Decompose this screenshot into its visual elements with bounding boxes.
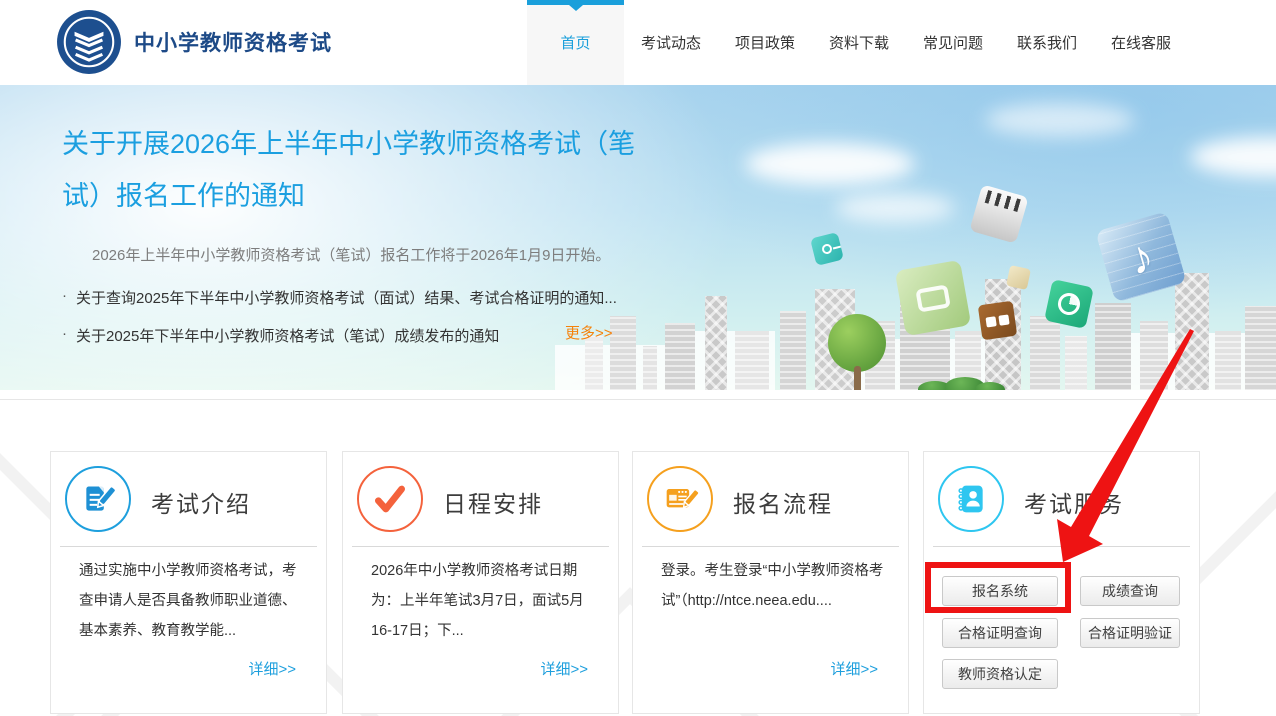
checkmark-icon: [357, 466, 423, 532]
announcement-intro: 2026年上半年中小学教师资格考试（笔试）报名工作将于2026年1月9日开始。: [62, 244, 642, 265]
divider: [642, 546, 899, 547]
piano-cube-icon: [969, 184, 1028, 243]
card-title: 考试介绍: [151, 485, 251, 519]
main-nav: 首页 考试动态 项目政策 资料下载 常见问题 联系我们 在线客服: [527, 0, 1188, 85]
certificate-query-button[interactable]: 合格证明查询: [942, 618, 1058, 648]
divider: [933, 546, 1190, 547]
pie-chart-cube-icon: [1044, 279, 1094, 329]
detail-link[interactable]: 详细>>: [540, 658, 588, 679]
teacher-accreditation-button[interactable]: 教师资格认定: [942, 659, 1058, 689]
tree: [828, 314, 886, 372]
ground: [0, 390, 1276, 399]
active-tab-indicator: [527, 0, 624, 5]
card-body-text: 2026年中小学教师资格考试日期为：上半年笔试3月7日，面试5月16-17日；下…: [371, 556, 600, 646]
nav-item-faq[interactable]: 常见问题: [906, 0, 1000, 85]
small-cube-icon: [1006, 265, 1031, 290]
bullet: ·: [62, 287, 76, 308]
speech-bubble-cube-icon: [895, 260, 971, 336]
hero-banner: ♪ 关于开展2026年上半年中小学教师资格考试（笔试）报名工作的通知 2026年…: [0, 85, 1276, 400]
cards-section: 考试介绍 通过实施中小学教师资格考试，考查申请人是否具备教师职业道德、基本素养、…: [0, 401, 1276, 716]
detail-link[interactable]: 详细>>: [248, 658, 296, 679]
card-schedule: 日程安排 2026年中小学教师资格考试日期为：上半年笔试3月7日，面试5月16-…: [342, 451, 619, 714]
nav-item-contact[interactable]: 联系我们: [1000, 0, 1094, 85]
score-query-button[interactable]: 成绩查询: [1080, 576, 1180, 606]
nav-item-exam-news[interactable]: 考试动态: [624, 0, 718, 85]
card-exam-services: 考试服务 报名系统 成绩查询 合格证明查询 合格证明验证 教师资格认定: [923, 451, 1200, 714]
site-title: 中小学教师资格考试: [134, 27, 332, 57]
divider: [352, 546, 609, 547]
more-link[interactable]: 更多>>: [565, 322, 613, 343]
page: 中小学教师资格考试 首页 考试动态 项目政策 资料下载 常见问题 联系我们 在线…: [0, 0, 1276, 716]
card-body-text: 登录。考生登录“中小学教师资格考试”（http://ntce.neea.edu.…: [661, 556, 890, 616]
cloud: [835, 193, 955, 223]
contact-book-icon: [938, 466, 1004, 532]
card-body-text: 通过实施中小学教师资格考试，考查申请人是否具备教师职业道德、基本素养、教育教学能…: [79, 556, 308, 646]
card-exam-introduction: 考试介绍 通过实施中小学教师资格考试，考查申请人是否具备教师职业道德、基本素养、…: [50, 451, 327, 714]
card-title: 报名流程: [733, 485, 833, 519]
document-pencil-icon: [65, 466, 131, 532]
dice-cube-icon: [978, 301, 1018, 341]
bullet: ·: [62, 325, 76, 346]
news-link[interactable]: · 关于2025年下半年中小学教师资格考试（笔试）成绩发布的通知: [62, 325, 642, 346]
announcement-headline[interactable]: 关于开展2026年上半年中小学教师资格考试（笔试）报名工作的通知: [62, 118, 642, 222]
cloud: [745, 143, 915, 185]
divider: [60, 546, 317, 547]
card-title: 日程安排: [443, 485, 543, 519]
detail-link[interactable]: 详细>>: [830, 658, 878, 679]
nav-item-downloads[interactable]: 资料下载: [812, 0, 906, 85]
banner-announcement: 关于开展2026年上半年中小学教师资格考试（笔试）报名工作的通知 2026年上半…: [62, 118, 642, 363]
nav-item-online-service[interactable]: 在线客服: [1094, 0, 1188, 85]
news-list: · 关于查询2025年下半年中小学教师资格考试（面试）结果、考试合格证明的通知.…: [62, 287, 642, 346]
site-header: 中小学教师资格考试 首页 考试动态 项目政策 资料下载 常见问题 联系我们 在线…: [0, 0, 1276, 85]
key-cube-icon: [810, 232, 844, 266]
card-registration-process: 报名流程 登录。考生登录“中小学教师资格考试”（http://ntce.neea…: [632, 451, 909, 714]
news-link[interactable]: · 关于查询2025年下半年中小学教师资格考试（面试）结果、考试合格证明的通知.…: [62, 287, 642, 308]
registration-system-button[interactable]: 报名系统: [942, 576, 1058, 606]
cloud: [985, 103, 1135, 137]
window-pencil-icon: [647, 466, 713, 532]
nav-item-policies[interactable]: 项目政策: [718, 0, 812, 85]
nav-item-home[interactable]: 首页: [527, 0, 624, 85]
card-title: 考试服务: [1024, 485, 1124, 519]
logo-badge-icon: [56, 9, 122, 75]
brand[interactable]: 中小学教师资格考试: [56, 9, 332, 75]
certificate-verify-button[interactable]: 合格证明验证: [1080, 618, 1180, 648]
cloud: [1190, 137, 1276, 177]
